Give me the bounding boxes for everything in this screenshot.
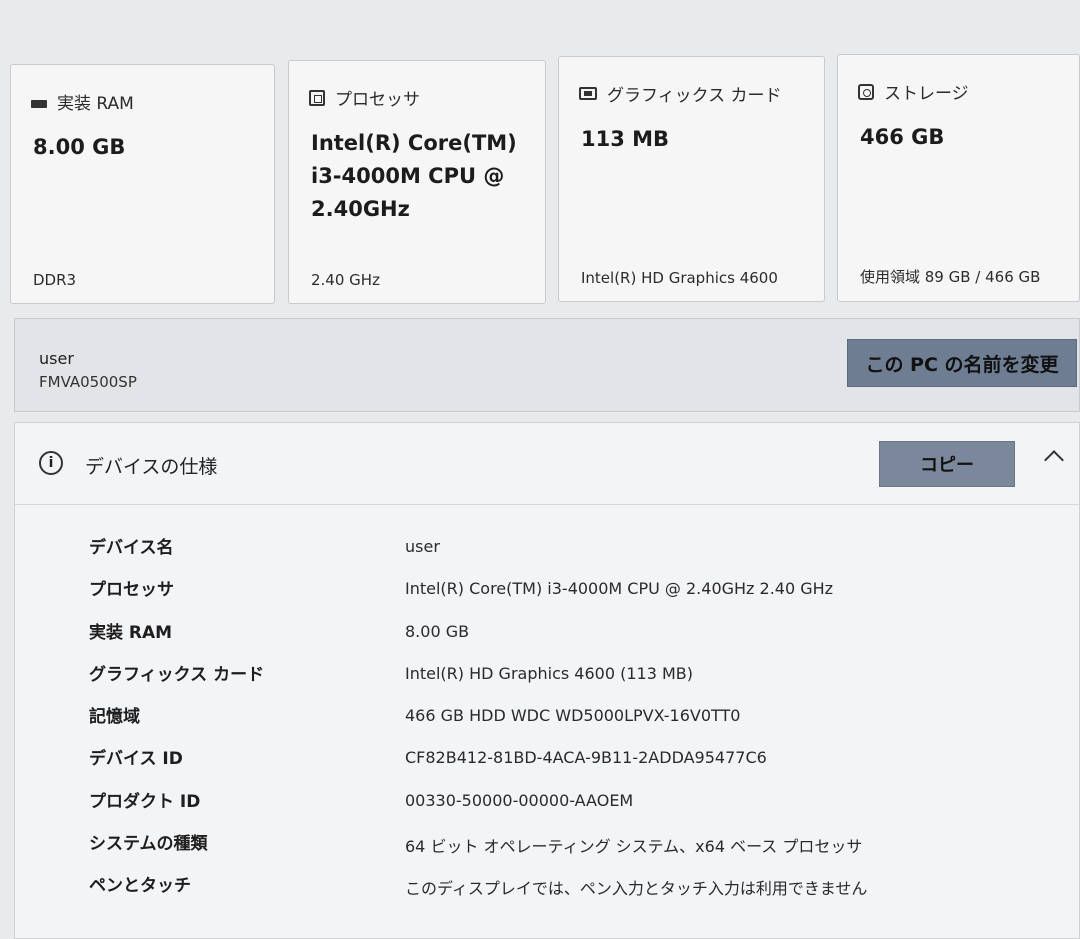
spec-value: 00330-50000-00000-AAOEM [405,790,634,810]
spec-label: グラフィックス カード [89,664,265,685]
user-name: user [39,349,74,368]
spec-row-product-id: プロダクト ID 00330-50000-00000-AAOEM [15,787,1079,829]
spec-value: user [405,537,440,556]
ram-card: 実装 RAM 8.00 GB DDR3 [10,64,275,304]
processor-card: プロセッサ Intel(R) Core(TM) i3-4000M CPU @ 2… [288,60,546,304]
rename-pc-button[interactable]: この PC の名前を変更 [847,339,1077,387]
spec-label: プロセッサ [89,580,174,601]
storage-icon [858,83,874,100]
graphics-card-icon [579,87,597,100]
spec-value: 466 GB HDD WDC WD5000LPVX-16V0TT0 [405,706,741,726]
device-specifications-title: デバイスの仕様 [85,456,218,478]
ram-card-sub: DDR3 [33,271,77,289]
spec-value: Intel(R) HD Graphics 4600 (113 MB) [405,663,693,683]
device-specifications-panel: i デバイスの仕様 コピー デバイス名 user プロセッサ Intel(R) … [14,422,1080,939]
spec-label: 実装 RAM [89,622,173,643]
storage-card-header: ストレージ [858,79,969,104]
spec-row-system-type: システムの種類 64 ビット オペレーティング システム、x64 ベース プロセ… [15,829,1079,871]
device-specifications-header[interactable]: i デバイスの仕様 コピー [15,423,1079,505]
spec-row-device-id: デバイス ID CF82B412-81BD-4ACA-9B11-2ADDA954… [15,744,1079,786]
spec-label: デバイス名 [89,538,174,558]
spec-row-pen-touch: ペンとタッチ このディスプレイでは、ペン入力とタッチ入力は利用できません [15,871,1079,913]
pc-name-bar: user FMVA0500SP この PC の名前を変更 [14,318,1080,412]
storage-card-title: ストレージ [884,84,969,104]
ram-icon [31,99,47,108]
spec-value: このディスプレイでは、ペン入力とタッチ入力は利用できません [405,879,868,899]
spec-value: 64 ビット オペレーティング システム、x64 ベース プロセッサ [405,837,863,857]
chevron-up-icon[interactable] [1044,450,1064,470]
processor-card-title: プロセッサ [335,90,420,110]
ram-card-header: 実装 RAM [31,89,134,114]
spec-row-storage: 記憶域 466 GB HDD WDC WD5000LPVX-16V0TT0 [15,702,1079,744]
spec-value: 8.00 GB [405,621,470,641]
spec-label: 記憶域 [89,707,140,728]
copy-button[interactable]: コピー [879,441,1015,487]
spec-value: CF82B412-81BD-4ACA-9B11-2ADDA95477C6 [405,748,767,768]
processor-card-header: プロセッサ [309,85,420,110]
graphics-card: グラフィックス カード 113 MB Intel(R) HD Graphics … [558,56,825,302]
spec-label: デバイス ID [89,749,183,770]
storage-card-sub: 使用領域 89 GB / 466 GB [860,268,1041,286]
spec-row-graphics: グラフィックス カード Intel(R) HD Graphics 4600 (1… [15,660,1079,702]
pc-name: FMVA0500SP [39,373,137,391]
spec-label: システムの種類 [89,834,208,855]
ram-card-title: 実装 RAM [57,94,134,114]
info-icon: i [39,451,63,475]
ram-card-value: 8.00 GB [33,135,126,159]
processor-card-sub: 2.40 GHz [311,271,380,289]
spec-rows: デバイス名 user プロセッサ Intel(R) Core(TM) i3-40… [15,533,1079,914]
storage-card: ストレージ 466 GB 使用領域 89 GB / 466 GB [837,54,1080,302]
spec-label: ペンとタッチ [89,876,191,897]
storage-card-value: 466 GB [860,125,945,149]
graphics-card-header: グラフィックス カード [579,81,782,106]
graphics-card-value: 113 MB [581,127,670,151]
graphics-card-title: グラフィックス カード [607,86,782,106]
spec-row-ram: 実装 RAM 8.00 GB [15,618,1079,660]
processor-card-value: Intel(R) Core(TM) i3-4000M CPU @ 2.40GHz [311,131,517,221]
spec-row-processor: プロセッサ Intel(R) Core(TM) i3-4000M CPU @ 2… [15,575,1079,617]
graphics-card-sub: Intel(R) HD Graphics 4600 [581,269,778,287]
processor-icon [309,89,325,106]
spec-row-device-name: デバイス名 user [15,533,1079,575]
spec-label: プロダクト ID [89,791,201,812]
spec-value: Intel(R) Core(TM) i3-4000M CPU @ 2.40GHz… [405,579,834,599]
